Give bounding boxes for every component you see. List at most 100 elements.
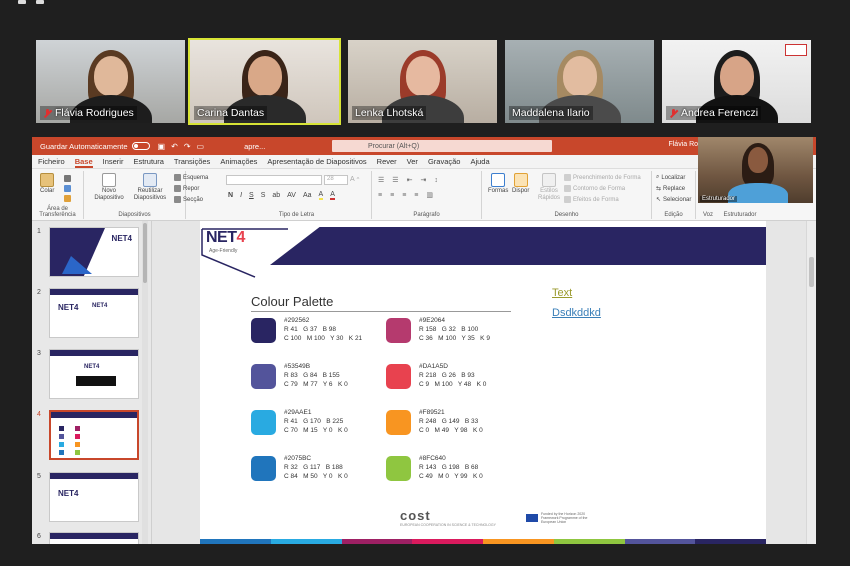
thumbnail-scrollbar[interactable] xyxy=(142,221,148,544)
participant-name: Flávia Rodrigues xyxy=(55,107,134,119)
participant-name: Andrea Ferenczi xyxy=(681,107,759,119)
start-slideshow-icon[interactable]: ▭ xyxy=(197,142,205,151)
bold-button[interactable]: N xyxy=(228,192,233,199)
undo-icon[interactable]: ↶ xyxy=(171,142,178,151)
color-swatch[interactable] xyxy=(251,456,276,481)
ribbon-tab-1[interactable]: Base xyxy=(74,157,93,168)
align-center-icon[interactable]: ≡ xyxy=(390,192,394,199)
participant-tile[interactable]: Maddalena Ilario xyxy=(503,38,656,125)
control-icon[interactable] xyxy=(36,0,44,4)
effects-icon xyxy=(564,196,571,203)
reuse-slides-button[interactable]: Reutilizar Diapositivos xyxy=(128,173,172,201)
color-swatch[interactable] xyxy=(386,364,411,389)
highlight-icon[interactable]: A xyxy=(318,191,324,200)
columns-icon[interactable]: ▥ xyxy=(426,191,433,199)
color-swatch[interactable] xyxy=(251,364,276,389)
shapes-icon xyxy=(491,173,506,187)
format-painter-button[interactable] xyxy=(64,195,71,202)
list-buttons: ☰ ☰ ⇤ ⇥ ↕ xyxy=(378,176,438,185)
search-input[interactable]: Procurar (Alt+Q) xyxy=(332,140,552,152)
current-slide[interactable]: NET4 Age-Friendly Colour Palette Text Ds… xyxy=(200,221,766,544)
arrange-button[interactable]: Dispor xyxy=(512,173,529,195)
underline-button[interactable]: S xyxy=(249,192,254,199)
ribbon-tab-8[interactable]: Ver xyxy=(407,157,418,168)
new-slide-button[interactable]: Novo Diapositivo xyxy=(90,173,128,201)
slide-thumbnail-5[interactable]: NET4 xyxy=(49,472,139,522)
text-link[interactable]: Text xyxy=(552,287,572,299)
ribbon-tab-9[interactable]: Gravação xyxy=(428,157,461,168)
editing-group: ⌕ Localizar ⇆ Replace ↖ Selecionar Edição xyxy=(652,171,696,219)
ab-button[interactable]: ab xyxy=(272,192,280,199)
slide-thumbnail-4-selected[interactable] xyxy=(49,410,139,460)
slide-thumbnail-3[interactable]: NET4 xyxy=(49,349,139,399)
thumbnail-number: 5 xyxy=(37,473,41,480)
paste-button[interactable]: Colar xyxy=(40,173,54,195)
title-underline xyxy=(251,311,511,312)
eu-funding-logo: Funded by the Horizon 2020 Framework Pro… xyxy=(525,512,601,524)
slide-scrollbar[interactable] xyxy=(806,221,816,544)
shape-outline-button[interactable]: Contorno de Forma xyxy=(564,185,625,192)
participant-tile-active[interactable]: Carina Dantas xyxy=(188,38,341,125)
ribbon-tab-5[interactable]: Animações xyxy=(220,157,257,168)
ribbon-tab-0[interactable]: Ficheiro xyxy=(38,157,65,168)
ribbon-tab-2[interactable]: Inserir xyxy=(103,157,124,168)
text-link[interactable]: Dsdkddkd xyxy=(552,307,601,319)
color-swatch[interactable] xyxy=(251,410,276,435)
color-swatch[interactable] xyxy=(386,456,411,481)
quick-styles-button[interactable]: Estilos Rápidos xyxy=(537,173,561,201)
ribbon-tab-10[interactable]: Ajuda xyxy=(470,157,489,168)
find-button[interactable]: ⌕ Localizar xyxy=(656,174,685,181)
ribbon-tab-7[interactable]: Rever xyxy=(377,157,397,168)
strike-button[interactable]: S xyxy=(261,192,266,199)
slide-editing-area: NET4 Age-Friendly Colour Palette Text Ds… xyxy=(152,221,816,544)
cut-button[interactable] xyxy=(64,175,71,182)
slide-thumbnail-1[interactable]: NET4 xyxy=(49,227,139,277)
brush-icon xyxy=(64,195,71,202)
participant-tile[interactable]: Lenka Lhotská xyxy=(346,38,499,125)
case-button[interactable]: Aa xyxy=(303,192,312,199)
slide-thumbnail-6[interactable] xyxy=(49,532,139,544)
layout-button[interactable]: Esquema xyxy=(174,174,208,181)
new-slide-icon xyxy=(102,173,116,187)
increase-indent-icon[interactable]: ⇥ xyxy=(420,176,426,184)
grow-font-button[interactable]: A ^ xyxy=(350,176,359,183)
color-swatch[interactable] xyxy=(386,318,411,343)
section-button[interactable]: Secção xyxy=(174,196,203,203)
control-icon[interactable] xyxy=(18,0,26,4)
ribbon-tab-4[interactable]: Transições xyxy=(174,157,210,168)
save-icon[interactable]: ▣ xyxy=(158,142,166,151)
ribbon-tab-3[interactable]: Estrutura xyxy=(133,157,163,168)
call-footer xyxy=(0,544,850,566)
shapes-button[interactable]: Formas xyxy=(488,173,508,195)
italic-button[interactable]: I xyxy=(240,192,242,199)
autosave-toggle[interactable] xyxy=(131,142,150,150)
select-button[interactable]: ↖ Selecionar xyxy=(656,196,691,204)
replace-button[interactable]: ⇆ Replace xyxy=(656,185,685,193)
decrease-indent-icon[interactable]: ⇤ xyxy=(407,176,413,184)
align-left-icon[interactable]: ≡ xyxy=(378,192,382,199)
reset-button[interactable]: Repor xyxy=(174,185,199,192)
shape-fill-button[interactable]: Preenchimento de Forma xyxy=(564,174,641,181)
bullets-icon[interactable]: ☰ xyxy=(378,176,384,184)
color-swatch[interactable] xyxy=(251,318,276,343)
participant-tile[interactable]: Flávia Rodrigues xyxy=(34,38,187,125)
spacing-button[interactable]: AV xyxy=(287,192,296,199)
shape-effects-button[interactable]: Efeitos de Forma xyxy=(564,196,619,203)
slide-title[interactable]: Colour Palette xyxy=(251,294,333,309)
line-spacing-icon[interactable]: ↕ xyxy=(434,177,438,184)
font-size-select[interactable]: 28 xyxy=(324,175,348,185)
slide-thumbnail-2[interactable]: NET4 NET4 xyxy=(49,288,139,338)
color-swatch[interactable] xyxy=(386,410,411,435)
document-name[interactable]: apre... xyxy=(244,142,265,151)
copy-button[interactable] xyxy=(64,185,71,192)
participant-tile[interactable]: Andrea Ferenczi xyxy=(660,38,813,125)
color-cmyk-label: C 70 M 15 Y 0 K 0 xyxy=(284,427,348,434)
font-family-select[interactable] xyxy=(226,175,322,185)
numbering-icon[interactable]: ☰ xyxy=(392,176,398,184)
font-color-icon[interactable]: A xyxy=(330,191,335,200)
redo-icon[interactable]: ↷ xyxy=(184,142,191,151)
ribbon-tab-6[interactable]: Apresentação de Diapositivos xyxy=(267,157,366,168)
justify-icon[interactable]: ≡ xyxy=(414,192,418,199)
presenter-video[interactable]: Estruturador xyxy=(698,137,813,203)
align-right-icon[interactable]: ≡ xyxy=(402,192,406,199)
